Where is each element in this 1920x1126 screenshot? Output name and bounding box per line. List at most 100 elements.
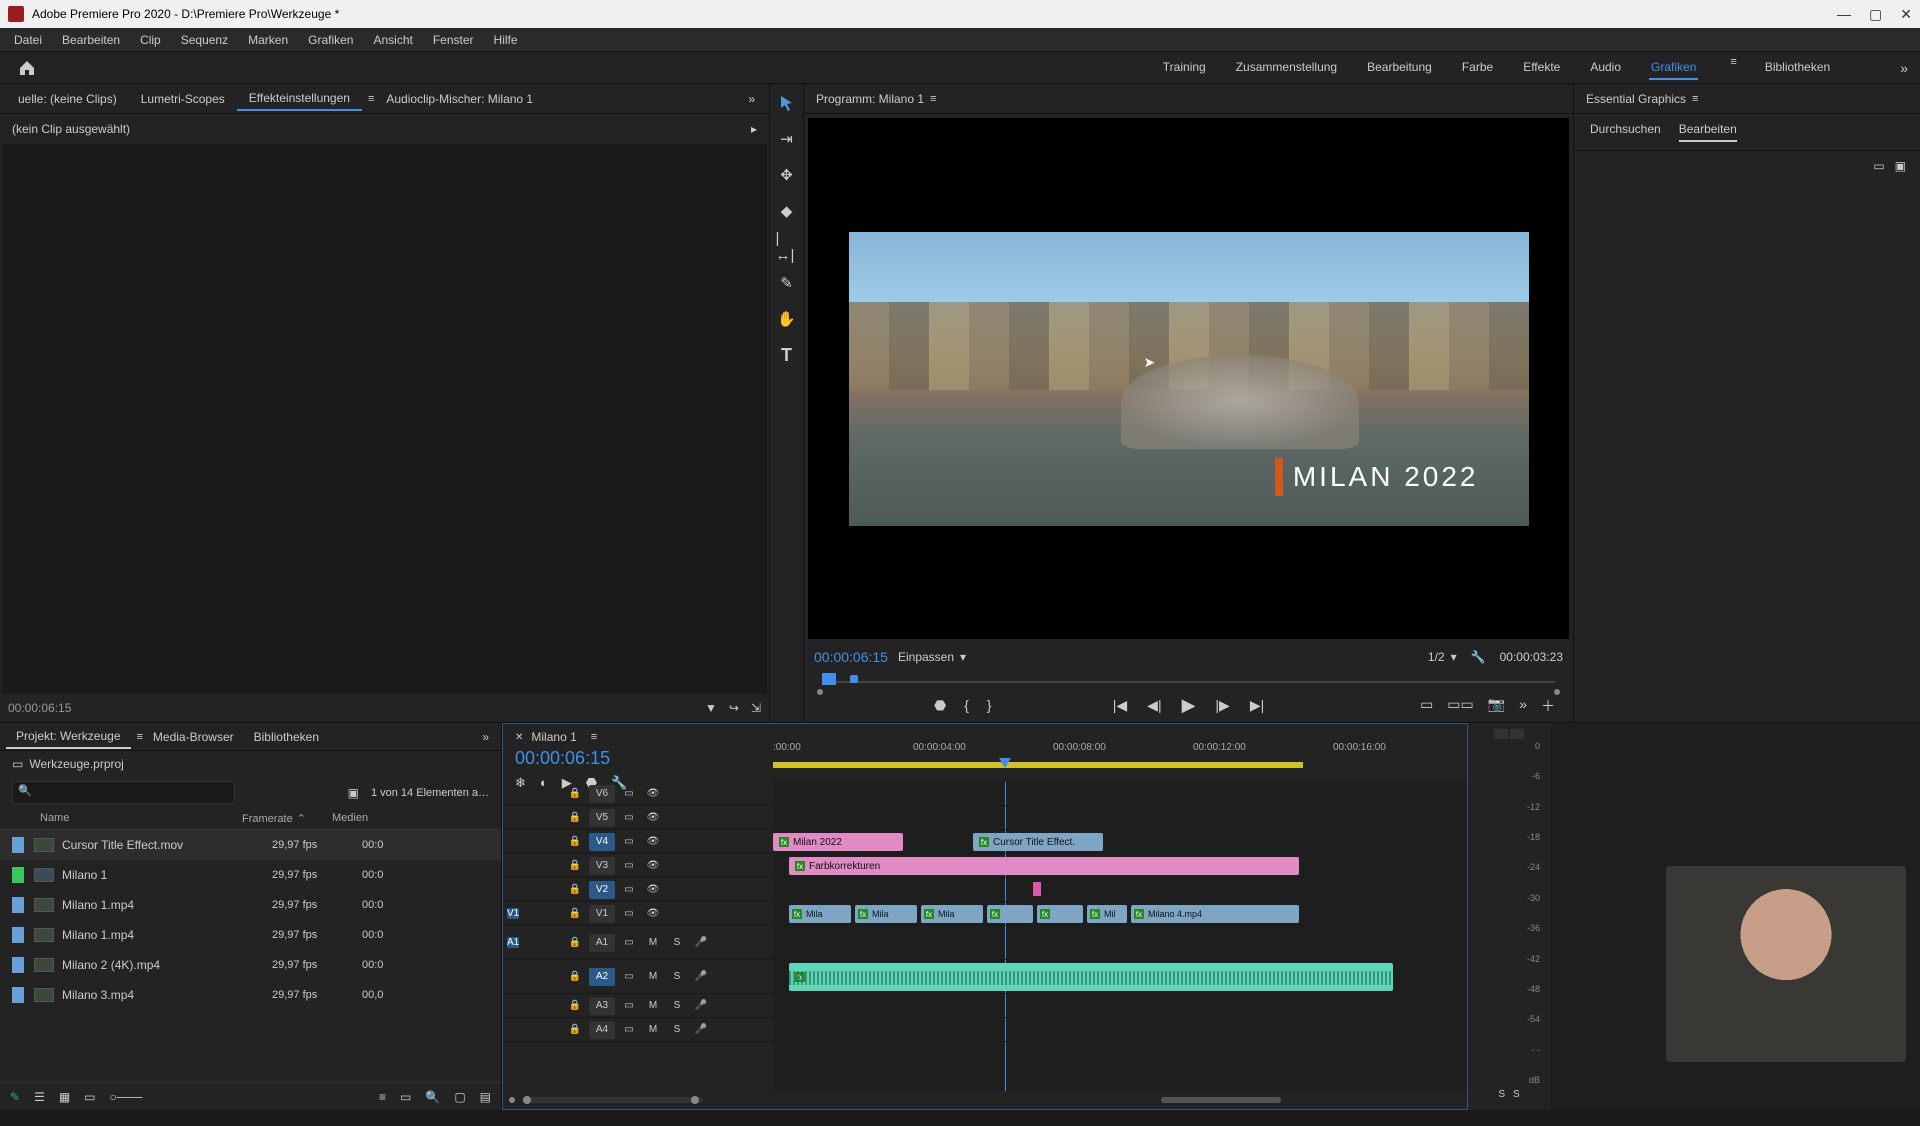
go-to-out-icon[interactable]: ▶| xyxy=(1250,697,1264,714)
track-label[interactable]: A4 xyxy=(589,1021,615,1039)
lock-icon[interactable]: 🔒 xyxy=(565,836,585,847)
lock-icon[interactable]: 🔒 xyxy=(565,971,585,982)
pen-tool-icon[interactable]: ✎ xyxy=(776,272,798,294)
video-lane[interactable] xyxy=(773,878,1467,902)
solo-left[interactable]: S xyxy=(1498,1089,1505,1100)
toggle-visibility-icon[interactable]: 👁 xyxy=(643,812,663,823)
minimize-button[interactable]: — xyxy=(1837,6,1851,23)
play-button[interactable]: ▶ xyxy=(1182,695,1196,716)
voiceover-icon[interactable]: 🎤 xyxy=(691,1024,711,1035)
track-label[interactable]: A1 xyxy=(589,934,615,952)
menu-marken[interactable]: Marken xyxy=(238,31,298,49)
menu-sequenz[interactable]: Sequenz xyxy=(171,31,238,49)
source-overflow-icon[interactable]: » xyxy=(740,92,763,106)
go-to-in-icon[interactable]: |◀ xyxy=(1113,697,1127,714)
search-input[interactable] xyxy=(12,781,235,804)
freeform-view-icon[interactable]: ▦ xyxy=(59,1090,70,1104)
workspace-tab-grafiken[interactable]: Grafiken xyxy=(1649,56,1698,80)
timeline-menu-icon[interactable]: ≡ xyxy=(591,731,597,743)
lock-icon[interactable]: 🔒 xyxy=(565,860,585,871)
razor-tool-icon[interactable]: ◆ xyxy=(776,200,798,222)
timeline-ruler[interactable]: :00:0000:00:04:0000:00:08:0000:00:12:000… xyxy=(773,724,1467,782)
toggle-audio-icon[interactable]: ▭ xyxy=(619,971,639,982)
menu-fenster[interactable]: Fenster xyxy=(423,31,484,49)
workspace-tab-effekte[interactable]: Effekte xyxy=(1521,56,1562,80)
toggle-output-icon[interactable]: ▭ xyxy=(619,836,639,847)
solo-icon[interactable]: S xyxy=(667,1024,687,1035)
lock-icon[interactable]: 🔒 xyxy=(565,937,585,948)
eg-menu-icon[interactable]: ≡ xyxy=(1692,93,1698,105)
toggle-audio-icon[interactable]: ▭ xyxy=(619,1000,639,1011)
new-item-icon[interactable]: ▢ xyxy=(454,1090,465,1104)
toggle-visibility-icon[interactable]: 👁 xyxy=(643,836,663,847)
timeline-clip[interactable]: fxMila xyxy=(855,905,917,923)
voiceover-icon[interactable]: 🎤 xyxy=(691,1000,711,1011)
solo-icon[interactable]: S xyxy=(667,1000,687,1011)
col-media[interactable]: Medien xyxy=(332,812,489,825)
timeline-audio-clip[interactable]: fx xyxy=(789,963,1393,991)
fit-dropdown[interactable]: Einpassen▾ xyxy=(898,650,966,664)
wrench-icon[interactable]: 🔧 xyxy=(1471,650,1486,664)
toggle-visibility-icon[interactable]: 👁 xyxy=(643,908,663,919)
mute-icon[interactable]: M xyxy=(643,937,663,948)
lock-icon[interactable]: 🔒 xyxy=(565,1024,585,1035)
track-select-tool-icon[interactable]: ⇥ xyxy=(776,128,798,150)
list-view-icon[interactable]: ✎ xyxy=(10,1090,20,1104)
track-label[interactable]: A3 xyxy=(589,997,615,1015)
menu-bearbeiten[interactable]: Bearbeiten xyxy=(52,31,130,49)
ripple-tool-icon[interactable]: ✥ xyxy=(776,164,798,186)
step-back-icon[interactable]: ◀| xyxy=(1147,697,1161,714)
lock-icon[interactable]: 🔒 xyxy=(565,908,585,919)
workspace-tab-farbe[interactable]: Farbe xyxy=(1460,56,1495,80)
new-layer-icon[interactable]: ▭ xyxy=(1873,159,1884,173)
step-forward-icon[interactable]: |▶ xyxy=(1215,697,1229,714)
program-scrubber[interactable] xyxy=(814,671,1563,689)
zoom-out-handle[interactable] xyxy=(509,1097,515,1103)
add-marker-icon[interactable]: ⬣ xyxy=(934,697,946,714)
audio-lane[interactable] xyxy=(773,926,1467,960)
project-item[interactable]: Milano 1.mp4 29,97 fps 00:0 xyxy=(0,890,501,920)
track-label[interactable]: V2 xyxy=(589,881,615,899)
audio-lane[interactable] xyxy=(773,994,1467,1018)
find-icon[interactable]: ▭ xyxy=(400,1090,411,1104)
video-lane[interactable]: fxMilafxMilafxMilafxfxfxMilfxMilano 4.mp… xyxy=(773,902,1467,926)
lock-icon[interactable]: 🔒 xyxy=(565,788,585,799)
toggle-visibility-icon[interactable]: 👁 xyxy=(643,788,663,799)
quality-dropdown[interactable]: 1/2▾ xyxy=(1428,650,1457,664)
lift-icon[interactable]: ▭ xyxy=(1420,696,1433,716)
export-frame-icon[interactable]: 📷 xyxy=(1488,696,1505,716)
mute-icon[interactable]: M xyxy=(643,971,663,982)
track-label[interactable]: V1 xyxy=(589,905,615,923)
timeline-clip[interactable]: fxMilan 2022 xyxy=(773,833,903,851)
project-overflow-icon[interactable]: » xyxy=(476,730,495,744)
hand-tool-icon[interactable]: ✋ xyxy=(776,308,798,330)
eg-tab-durchsuchen[interactable]: Durchsuchen xyxy=(1590,122,1661,142)
audio-lane[interactable]: fx xyxy=(773,960,1467,994)
timeline-zoom-slider[interactable] xyxy=(523,1097,703,1103)
group-icon[interactable]: ▣ xyxy=(1895,159,1906,173)
project-item[interactable]: Milano 1.mp4 29,97 fps 00:0 xyxy=(0,920,501,950)
filter-icon[interactable]: ▼ xyxy=(705,701,717,715)
source-tab[interactable]: Effekteinstellungen xyxy=(237,87,362,111)
source-tab[interactable]: Audioclip-Mischer: Milano 1 xyxy=(374,88,545,110)
timeline-timecode[interactable]: 00:00:06:15 xyxy=(515,748,761,769)
sequence-title[interactable]: Milano 1 xyxy=(531,730,576,744)
timeline-clip[interactable]: fxFarbkorrekturen xyxy=(789,857,1299,875)
maximize-button[interactable]: ▢ xyxy=(1869,6,1882,23)
timeline-clip[interactable]: fxMil xyxy=(1087,905,1127,923)
track-label[interactable]: A2 xyxy=(589,968,615,986)
eg-tab-bearbeiten[interactable]: Bearbeiten xyxy=(1679,122,1737,142)
program-timecode-left[interactable]: 00:00:06:15 xyxy=(814,649,888,665)
project-tab[interactable]: Bibliotheken xyxy=(244,726,329,748)
source-tab[interactable]: uelle: (keine Clips) xyxy=(6,88,129,110)
program-menu-icon[interactable]: ≡ xyxy=(930,93,936,105)
slip-tool-icon[interactable]: |↔| xyxy=(776,236,798,258)
toggle-audio-icon[interactable]: ▭ xyxy=(619,937,639,948)
audio-lane[interactable] xyxy=(773,1018,1467,1042)
menu-ansicht[interactable]: Ansicht xyxy=(363,31,422,49)
project-item[interactable]: Milano 1 29,97 fps 00:0 xyxy=(0,860,501,890)
extract-icon[interactable]: ▭▭ xyxy=(1447,696,1473,716)
program-viewer[interactable]: MILAN 2022 ➤ xyxy=(808,118,1569,639)
mute-icon[interactable]: M xyxy=(643,1024,663,1035)
video-lane[interactable]: fxFarbkorrekturen xyxy=(773,854,1467,878)
